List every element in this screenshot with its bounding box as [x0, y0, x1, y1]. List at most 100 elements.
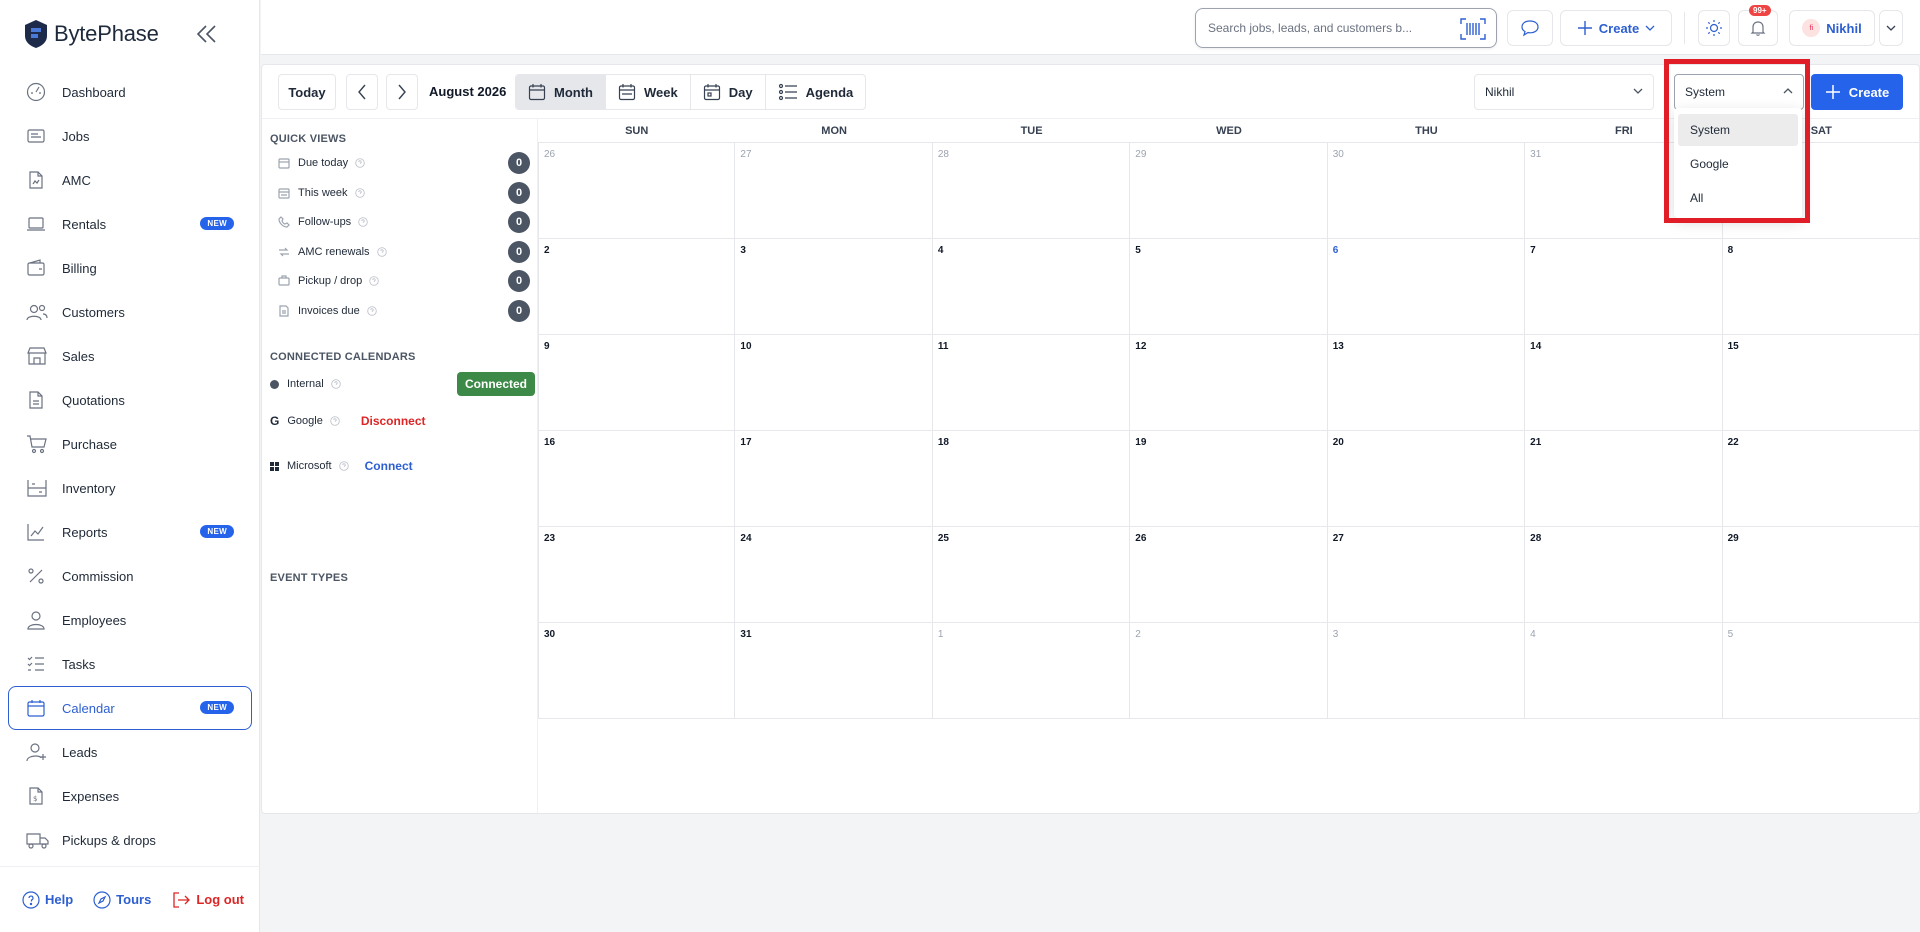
help-circle-icon[interactable] [355, 158, 369, 168]
top-create-button[interactable]: Create [1560, 10, 1672, 46]
user-menu-button[interactable]: fi Nikhil [1789, 10, 1875, 46]
sidebar-item-expenses[interactable]: $ Expenses [8, 774, 252, 818]
quick-view-invoices-due[interactable]: Invoices due 0 [278, 299, 530, 323]
day-cell[interactable]: 5 [1130, 239, 1328, 335]
quick-view-pickup-drop[interactable]: Pickup / drop 0 [278, 269, 530, 293]
prev-month-button[interactable] [346, 74, 378, 110]
day-cell[interactable]: 7 [1525, 239, 1723, 335]
quick-view-follow-ups[interactable]: Follow-ups 0 [278, 210, 530, 234]
day-cell[interactable]: 9 [538, 335, 736, 431]
day-cell[interactable]: 24 [735, 527, 933, 623]
microsoft-connect-link[interactable]: Connect [365, 459, 413, 473]
quick-view-amc-renewals[interactable]: AMC renewals 0 [278, 240, 530, 264]
theme-toggle-button[interactable] [1698, 10, 1730, 46]
day-cell[interactable]: 13 [1327, 335, 1526, 431]
help-circle-icon[interactable] [376, 247, 391, 257]
tours-link[interactable]: Tours [93, 890, 151, 909]
day-cell[interactable]: 31 [735, 623, 933, 719]
day-cell[interactable]: 2 [1130, 623, 1328, 719]
calendar-source-select[interactable]: System [1674, 74, 1804, 110]
day-cell[interactable]: 5 [1722, 623, 1920, 719]
day-cell[interactable]: 21 [1525, 431, 1723, 527]
sidebar-item-tasks[interactable]: Tasks [8, 642, 252, 686]
help-link[interactable]: Help [22, 890, 73, 909]
sidebar-item-sales[interactable]: Sales [8, 334, 252, 378]
google-disconnect-link[interactable]: Disconnect [361, 414, 426, 428]
sidebar-item-reports[interactable]: Reports NEW [8, 510, 252, 554]
create-event-button[interactable]: Create [1811, 74, 1903, 110]
day-cell[interactable]: 16 [538, 431, 736, 527]
help-circle-icon[interactable] [358, 217, 372, 227]
help-circle-icon[interactable] [369, 276, 383, 287]
day-cell[interactable]: 27 [735, 143, 933, 239]
sidebar-item-inventory[interactable]: Inventory [8, 466, 252, 510]
next-month-button[interactable] [386, 74, 418, 110]
collapse-sidebar-icon[interactable] [190, 20, 222, 48]
day-cell[interactable]: 4 [932, 239, 1131, 335]
day-cell[interactable]: 20 [1327, 431, 1526, 527]
day-cell[interactable]: 23 [538, 527, 736, 623]
day-cell[interactable]: 10 [735, 335, 933, 431]
day-cell[interactable]: 29 [1722, 527, 1920, 623]
sidebar-item-purchase[interactable]: Purchase [8, 422, 252, 466]
day-cell[interactable]: 27 [1327, 527, 1526, 623]
day-cell[interactable]: 12 [1130, 335, 1328, 431]
day-cell[interactable]: 3 [735, 239, 933, 335]
sidebar-item-employees[interactable]: Employees [8, 598, 252, 642]
sidebar-item-amc[interactable]: AMC [8, 158, 252, 202]
help-circle-icon[interactable] [367, 306, 381, 316]
notifications-button[interactable]: 99+ [1738, 5, 1778, 46]
day-cell[interactable]: 15 [1722, 335, 1920, 431]
view-week-button[interactable]: Week [606, 75, 691, 109]
day-cell[interactable]: 29 [1130, 143, 1328, 239]
help-circle-icon[interactable] [354, 187, 369, 198]
sidebar-item-calendar[interactable]: Calendar NEW [8, 686, 252, 730]
sidebar-item-quotations[interactable]: Quotations [8, 378, 252, 422]
dropdown-option-system[interactable]: System [1678, 114, 1798, 146]
day-cell[interactable]: 28 [1525, 527, 1723, 623]
sidebar-item-commission[interactable]: Commission [8, 554, 252, 598]
help-circle-icon[interactable] [330, 379, 341, 389]
logout-link[interactable]: Log out [171, 891, 244, 909]
help-circle-icon[interactable] [330, 416, 340, 426]
sidebar-item-rentals[interactable]: Rentals NEW [8, 202, 252, 246]
day-cell[interactable]: 14 [1525, 335, 1723, 431]
user-filter-select[interactable]: Nikhil [1474, 74, 1654, 110]
day-cell[interactable]: 22 [1722, 431, 1920, 527]
quick-view-due-today[interactable]: Due today 0 [278, 151, 530, 175]
day-cell[interactable]: 18 [932, 431, 1131, 527]
sidebar-item-customers[interactable]: Customers [8, 290, 252, 334]
sidebar-item-billing[interactable]: Billing [8, 246, 252, 290]
view-day-button[interactable]: Day [691, 75, 766, 109]
day-cell[interactable]: 8 [1722, 239, 1920, 335]
day-cell[interactable]: 30 [538, 623, 736, 719]
quick-view-this-week[interactable]: This week 0 [278, 181, 530, 205]
day-cell[interactable]: 25 [932, 527, 1131, 623]
dropdown-option-all[interactable]: All [1678, 182, 1798, 214]
view-month-button[interactable]: Month [516, 75, 606, 109]
sidebar-item-dashboard[interactable]: Dashboard [8, 70, 252, 114]
day-cell[interactable]: 3 [1327, 623, 1526, 719]
today-button[interactable]: Today [278, 74, 336, 110]
day-cell[interactable]: 19 [1130, 431, 1328, 527]
internal-connected-button[interactable]: Connected [457, 372, 536, 396]
sidebar-item-jobs[interactable]: Jobs [8, 114, 252, 158]
user-menu-chevron-button[interactable] [1879, 10, 1903, 46]
dropdown-option-google[interactable]: Google [1678, 148, 1798, 180]
day-cell[interactable]: 2 [538, 239, 736, 335]
view-agenda-button[interactable]: Agenda [766, 75, 866, 109]
search-input[interactable] [1208, 9, 1448, 47]
help-circle-icon[interactable] [338, 461, 349, 471]
sidebar-item-pickups-drops[interactable]: Pickups & drops [8, 818, 252, 862]
sidebar-item-leads[interactable]: Leads [8, 730, 252, 774]
day-cell[interactable]: 26 [1130, 527, 1328, 623]
barcode-scan-icon[interactable] [1460, 18, 1486, 40]
chat-button[interactable] [1507, 10, 1553, 46]
day-cell[interactable]: 11 [932, 335, 1131, 431]
day-cell[interactable]: 6 [1327, 239, 1526, 335]
day-cell[interactable]: 4 [1525, 623, 1723, 719]
brand-logo[interactable]: BytePhase [24, 14, 159, 54]
day-cell[interactable]: 17 [735, 431, 933, 527]
day-cell[interactable]: 1 [932, 623, 1131, 719]
day-cell[interactable]: 26 [538, 143, 736, 239]
